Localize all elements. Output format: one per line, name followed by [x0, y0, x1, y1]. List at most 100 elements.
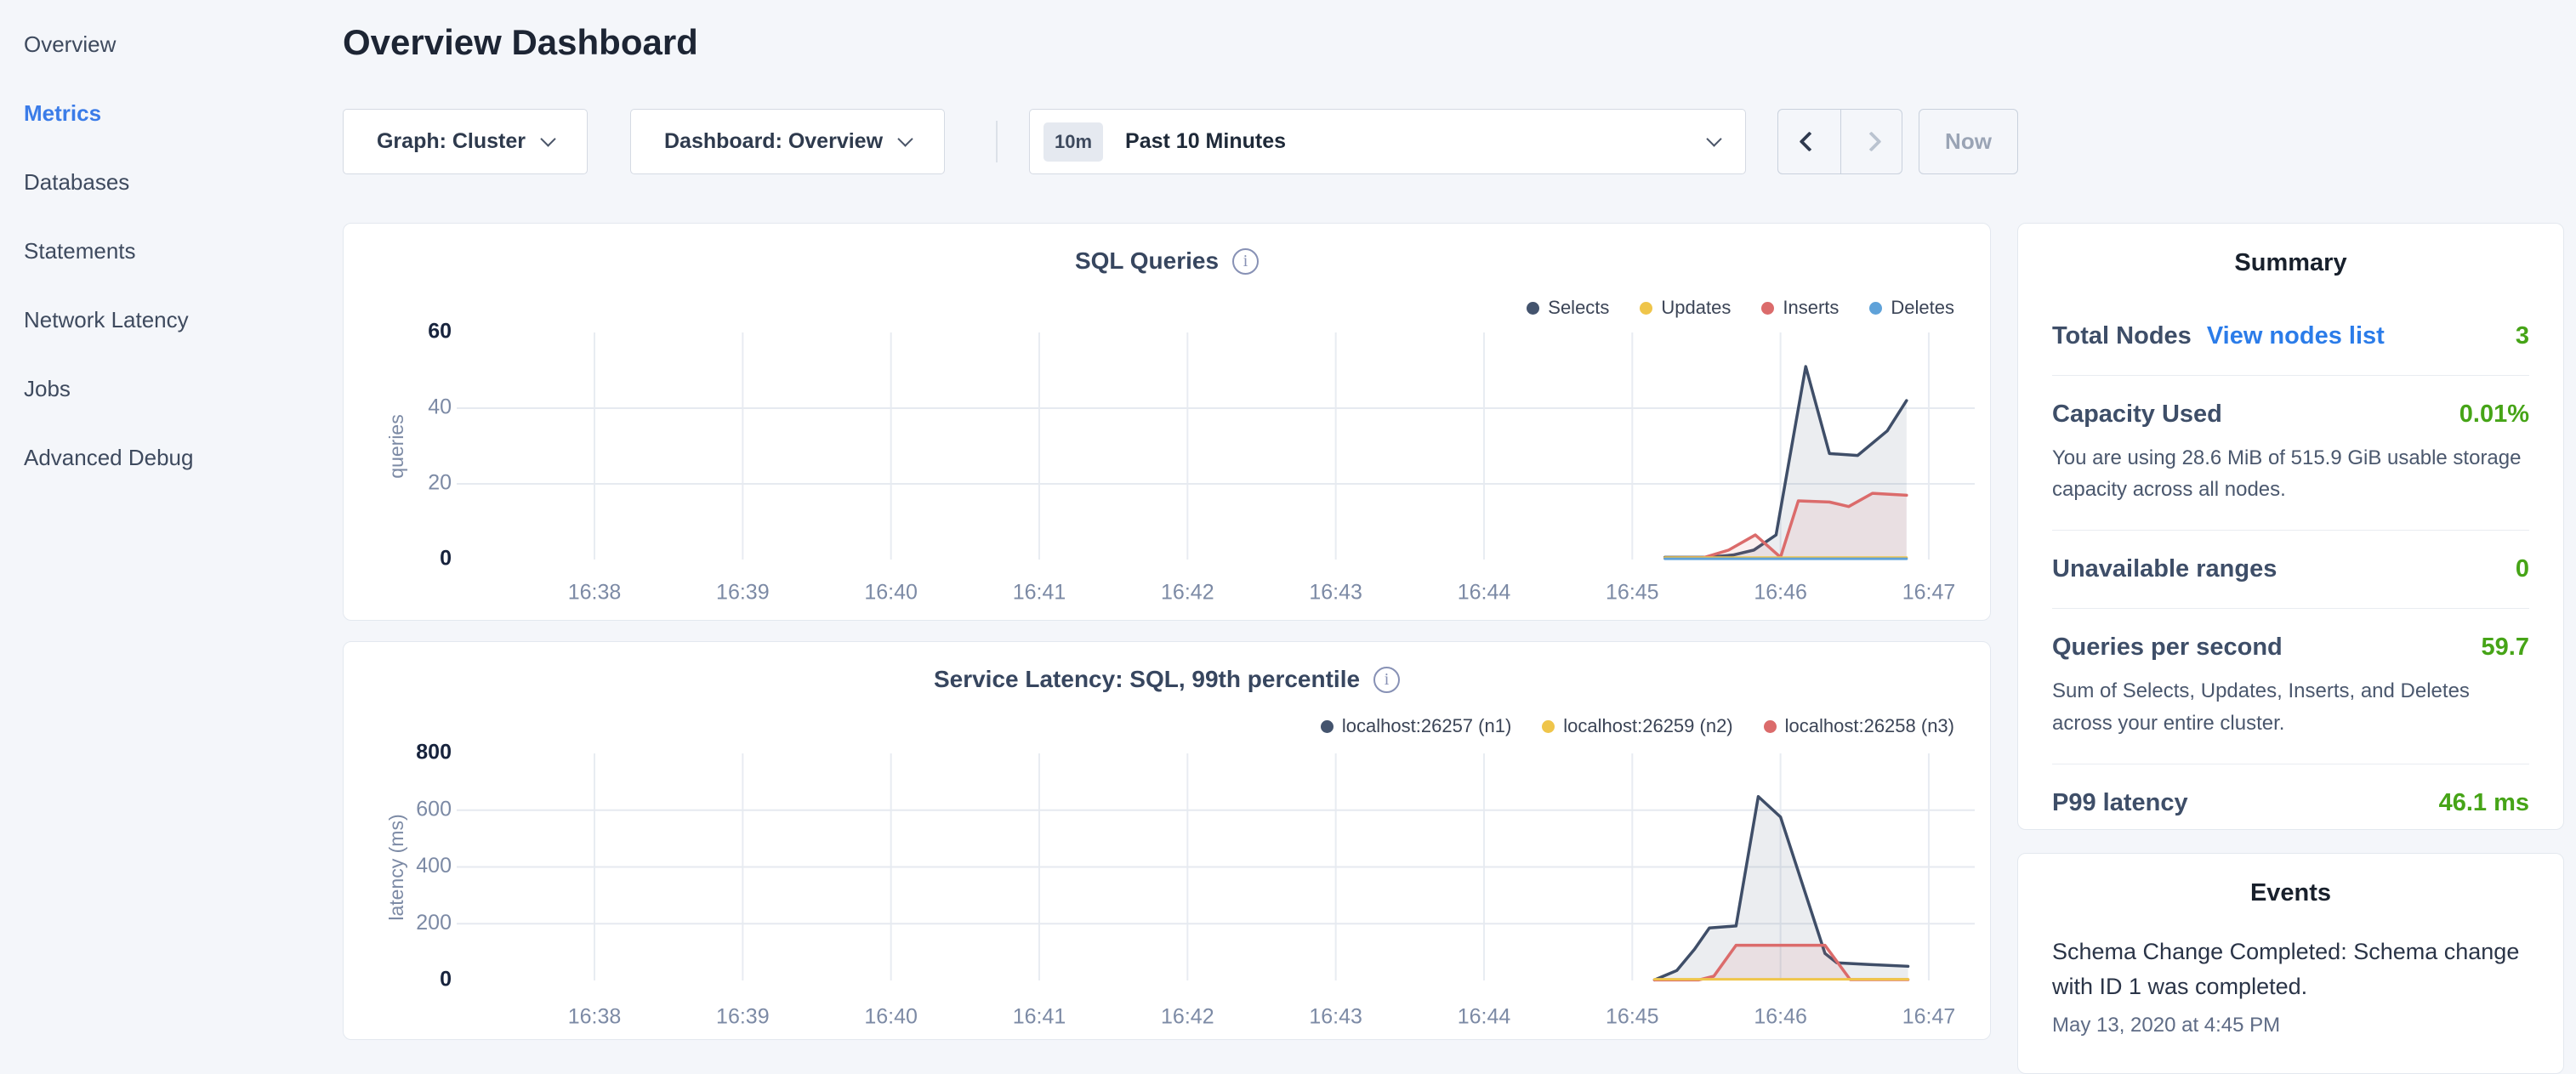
legend-item-label: Deletes [1891, 297, 1954, 319]
svg-text:400: 400 [416, 854, 452, 878]
sql-queries-chart-card: SQL Queries Selects Updates Inserts Deletes… [343, 223, 1991, 621]
legend-item-deletes[interactable]: Deletes [1869, 297, 1954, 319]
svg-text:16:41: 16:41 [1013, 581, 1066, 605]
svg-text:16:46: 16:46 [1754, 581, 1807, 605]
summary-row-value: 0 [2516, 555, 2529, 583]
graph-dropdown-label: Graph: Cluster [377, 129, 526, 154]
summary-row-value: 59.7 [2482, 634, 2529, 662]
chevron-down-icon [897, 131, 913, 146]
svg-text:latency (ms): latency (ms) [385, 814, 407, 920]
svg-text:200: 200 [416, 911, 452, 935]
summary-row-label: Unavailable ranges [2052, 555, 2277, 583]
chart-legend: Selects Updates Inserts Deletes [1527, 297, 1954, 319]
svg-text:16:47: 16:47 [1902, 1005, 1956, 1029]
service-latency-chart-card: Service Latency: SQL, 99th percentile lo… [343, 641, 1991, 1040]
summary-row-subtext: You are using 28.6 MiB of 515.9 GiB usab… [2052, 442, 2529, 505]
svg-text:16:42: 16:42 [1161, 581, 1214, 605]
svg-text:800: 800 [416, 741, 452, 764]
svg-text:16:44: 16:44 [1458, 1005, 1511, 1029]
view-nodes-link[interactable]: View nodes list [2207, 322, 2385, 350]
sidebar-item-overview[interactable]: Overview [0, 10, 336, 79]
event-list-item[interactable]: Schema Change Completed: Schema change w… [2052, 935, 2529, 1037]
summary-row-value: 0.01% [2459, 401, 2529, 429]
chart-legend: localhost:26257 (n1) localhost:26259 (n2)… [1321, 715, 1954, 737]
svg-text:0: 0 [440, 547, 452, 571]
legend-item-localhost-26259-n2[interactable]: localhost:26259 (n2) [1542, 715, 1732, 737]
chart-title: SQL Queries [1075, 247, 1219, 275]
dashboard-dropdown-label: Dashboard: Overview [664, 129, 883, 154]
next-range-button[interactable] [1840, 110, 1902, 173]
time-range-badge: 10m [1043, 122, 1103, 162]
sidebar-item-network-latency[interactable]: Network Latency [0, 286, 336, 355]
events-title: Events [2018, 879, 2563, 907]
svg-text:60: 60 [428, 320, 452, 344]
sidebar-item-metrics[interactable]: Metrics [0, 79, 336, 148]
sidebar-item-jobs[interactable]: Jobs [0, 355, 336, 423]
dashboard-dropdown[interactable]: Dashboard: Overview [630, 109, 945, 174]
legend-item-localhost-26257-n1[interactable]: localhost:26257 (n1) [1321, 715, 1511, 737]
svg-text:16:39: 16:39 [716, 581, 770, 605]
legend-dot-icon [1542, 720, 1555, 733]
toolbar-divider [996, 121, 998, 162]
legend-dot-icon [1640, 302, 1652, 315]
chevron-down-icon [1706, 131, 1721, 146]
svg-text:16:42: 16:42 [1161, 1005, 1214, 1029]
legend-dot-icon [1761, 302, 1774, 315]
legend-dot-icon [1869, 302, 1882, 315]
summary-title: Summary [2018, 249, 2563, 277]
svg-text:0: 0 [440, 968, 452, 992]
svg-text:queries: queries [385, 414, 407, 478]
svg-text:16:45: 16:45 [1606, 581, 1659, 605]
latency-plot-area: 020040060080016:3816:3916:4016:4116:4216… [344, 642, 1992, 1041]
summary-row-head: Total NodesView nodes list3 [2052, 322, 2529, 350]
now-button[interactable]: Now [1919, 109, 2018, 174]
summary-row-total-nodes: Total NodesView nodes list3 [2052, 298, 2529, 375]
legend-item-label: Updates [1661, 297, 1731, 319]
summary-row-label: P99 latency [2052, 789, 2188, 817]
svg-text:40: 40 [428, 395, 452, 419]
info-icon[interactable] [1373, 667, 1400, 693]
legend-item-label: Inserts [1783, 297, 1839, 319]
svg-text:16:38: 16:38 [568, 581, 622, 605]
legend-item-label: localhost:26257 (n1) [1342, 715, 1511, 737]
cluster-summary-panel: Summary Total NodesView nodes list3 Capac… [2017, 223, 2564, 830]
svg-text:16:45: 16:45 [1606, 1005, 1659, 1029]
page-title: Overview Dashboard [343, 22, 698, 63]
previous-range-button[interactable] [1778, 110, 1840, 173]
legend-item-label: Selects [1548, 297, 1609, 319]
svg-text:16:43: 16:43 [1309, 581, 1362, 605]
time-step-buttons [1777, 109, 1902, 174]
sidebar-item-databases[interactable]: Databases [0, 148, 336, 217]
legend-item-localhost-26258-n3[interactable]: localhost:26258 (n3) [1764, 715, 1954, 737]
summary-row-value: 46.1 ms [2439, 789, 2529, 817]
chart-title: Service Latency: SQL, 99th percentile [934, 666, 1360, 693]
summary-row-capacity-used: Capacity Used0.01% You are using 28.6 MiB… [2052, 375, 2529, 530]
summary-row-head: Unavailable ranges 0 [2052, 555, 2529, 583]
svg-text:16:47: 16:47 [1902, 581, 1956, 605]
legend-dot-icon [1764, 720, 1777, 733]
chevron-right-icon [1861, 131, 1881, 151]
time-range-selector[interactable]: 10m Past 10 Minutes [1029, 109, 1746, 174]
legend-item-updates[interactable]: Updates [1640, 297, 1731, 319]
legend-item-inserts[interactable]: Inserts [1761, 297, 1839, 319]
summary-row-label: Queries per second [2052, 634, 2283, 662]
summary-row-queries-per-second: Queries per second59.7Sum of Selects, Up… [2052, 608, 2529, 763]
event-message: Schema Change Completed: Schema change w… [2052, 935, 2529, 1003]
svg-text:16:44: 16:44 [1458, 581, 1511, 605]
svg-text:16:41: 16:41 [1013, 1005, 1066, 1029]
svg-text:16:38: 16:38 [568, 1005, 622, 1029]
info-icon[interactable] [1232, 248, 1259, 275]
summary-row-head: Queries per second 59.7 [2052, 634, 2529, 662]
svg-text:16:46: 16:46 [1754, 1005, 1807, 1029]
legend-item-label: localhost:26259 (n2) [1563, 715, 1732, 737]
svg-text:16:40: 16:40 [864, 1005, 918, 1029]
summary-row-p99-latency: P99 latency 46.1 ms [2052, 764, 2529, 842]
sidebar-item-advanced-debug[interactable]: Advanced Debug [0, 423, 336, 492]
summary-row-head: Capacity Used0.01% [2052, 401, 2529, 429]
event-timestamp: May 13, 2020 at 4:45 PM [2052, 1014, 2529, 1037]
legend-item-selects[interactable]: Selects [1527, 297, 1609, 319]
chevron-left-icon [1799, 131, 1819, 151]
sidebar-item-statements[interactable]: Statements [0, 217, 336, 286]
graph-dropdown[interactable]: Graph: Cluster [343, 109, 588, 174]
legend-dot-icon [1321, 720, 1333, 733]
